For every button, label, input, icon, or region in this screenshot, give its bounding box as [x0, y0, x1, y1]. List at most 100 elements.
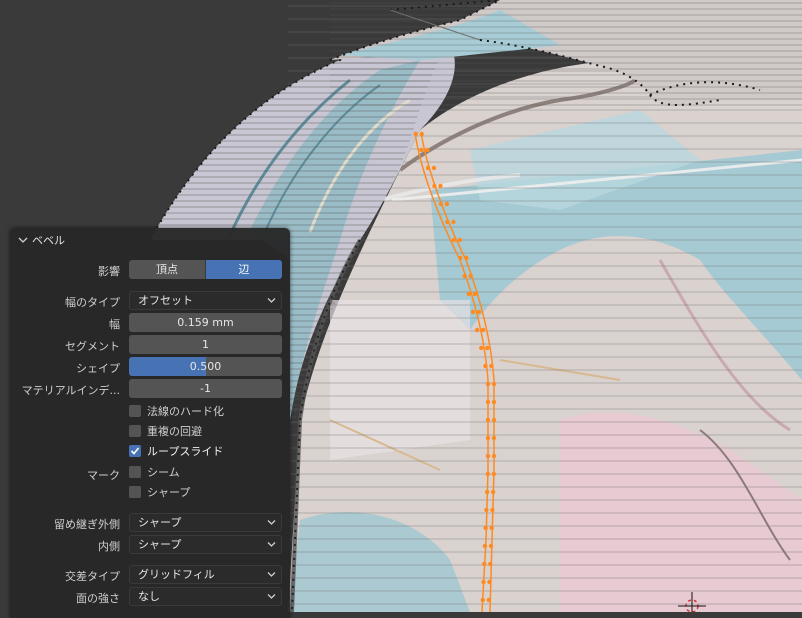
miter-outer-dropdown[interactable]: シャープ — [129, 513, 282, 532]
selected-vertex[interactable] — [438, 201, 444, 207]
width-type-row: 幅のタイプ オフセット — [10, 291, 290, 311]
selected-vertex[interactable] — [472, 291, 478, 297]
loop-slide-checkbox[interactable]: ループスライド — [129, 443, 223, 459]
hard-normals-row: 法線のハード化 — [10, 403, 290, 423]
clamp-overlap-checkbox[interactable]: 重複の回避 — [129, 423, 202, 439]
selected-vertex[interactable] — [482, 561, 487, 567]
selected-vertex[interactable] — [485, 417, 491, 423]
selected-vertex[interactable] — [445, 219, 450, 225]
selected-vertex[interactable] — [464, 255, 469, 261]
selected-vertex[interactable] — [485, 435, 491, 441]
width-row: 幅 0.159 mm — [10, 313, 290, 333]
selected-vertex[interactable] — [484, 489, 490, 495]
selected-vertex[interactable] — [474, 327, 480, 333]
selected-vertex[interactable] — [468, 273, 473, 279]
hard-normals-box[interactable] — [129, 405, 141, 417]
shape-slider[interactable]: 0.500 — [129, 357, 282, 376]
selected-vertex[interactable] — [451, 237, 457, 243]
selected-vertex[interactable] — [432, 183, 437, 189]
miter-inner-dropdown[interactable]: シャープ — [129, 535, 282, 554]
chevron-down-icon[interactable] — [18, 235, 28, 245]
face-strength-label: 面の強さ — [76, 592, 120, 605]
selected-vertex[interactable] — [481, 579, 486, 585]
selected-vertex[interactable] — [444, 201, 450, 207]
mark-seam-checkbox[interactable]: シーム — [129, 464, 180, 480]
selected-vertex[interactable] — [451, 219, 456, 225]
selected-vertex[interactable] — [485, 471, 491, 477]
selected-vertex[interactable] — [488, 561, 493, 567]
selected-vertex[interactable] — [425, 147, 430, 153]
selected-vertex[interactable] — [490, 489, 496, 495]
segments-row: セグメント 1 — [10, 335, 290, 355]
selected-vertex[interactable] — [484, 507, 489, 513]
selected-vertex[interactable] — [438, 183, 443, 189]
face-strength-row: 面の強さ なし — [10, 587, 290, 607]
selected-vertex[interactable] — [466, 291, 472, 297]
selected-vertex[interactable] — [413, 131, 418, 137]
selected-vertex[interactable] — [485, 399, 491, 405]
face-strength-dropdown[interactable]: なし — [129, 587, 282, 606]
selected-vertex[interactable] — [431, 165, 437, 171]
selected-vertex[interactable] — [483, 525, 488, 531]
clamp-overlap-row: 重複の回避 — [10, 423, 290, 443]
mark-seam-row: マーク シーム — [10, 464, 290, 484]
selected-vertex[interactable] — [491, 471, 497, 477]
miter-inner-value: シャープ — [138, 538, 182, 551]
loop-slide-box[interactable] — [129, 445, 141, 457]
affect-toggle[interactable]: 頂点 辺 — [129, 260, 282, 279]
selected-vertex[interactable] — [485, 345, 490, 351]
selected-vertex[interactable] — [491, 399, 497, 405]
hard-normals-checkbox[interactable]: 法線のハード化 — [129, 403, 224, 419]
selected-vertex[interactable] — [486, 597, 491, 603]
selected-vertex[interactable] — [425, 165, 431, 171]
selected-vertex[interactable] — [488, 543, 494, 549]
selected-vertex[interactable] — [487, 579, 492, 585]
selected-vertex[interactable] — [491, 453, 497, 459]
shape-label: シェイプ — [76, 362, 120, 375]
selected-vertex[interactable] — [485, 381, 491, 387]
width-type-label: 幅のタイプ — [65, 296, 120, 309]
intersection-type-dropdown[interactable]: グリッドフィル — [129, 565, 282, 584]
mark-label: マーク — [87, 469, 120, 482]
shape-value: 0.500 — [189, 360, 222, 373]
selected-vertex[interactable] — [483, 363, 488, 369]
selected-vertex[interactable] — [482, 543, 488, 549]
affect-row: 影響 頂点 辺 — [10, 260, 290, 280]
selected-vertex[interactable] — [480, 597, 485, 603]
mark-sharp-box[interactable] — [129, 486, 141, 498]
selected-vertex[interactable] — [489, 525, 494, 531]
checkmark-icon — [130, 447, 140, 455]
selected-vertex[interactable] — [476, 309, 482, 315]
affect-edges-option[interactable]: 辺 — [206, 260, 282, 279]
clamp-overlap-box[interactable] — [129, 425, 141, 437]
mark-sharp-checkbox[interactable]: シャープ — [129, 484, 190, 500]
chevron-down-icon — [267, 520, 276, 525]
selected-vertex[interactable] — [479, 345, 484, 351]
width-type-dropdown[interactable]: オフセット — [129, 291, 282, 310]
width-field[interactable]: 0.159 mm — [129, 313, 282, 332]
bevel-operator-panel[interactable]: ベベル 影響 頂点 辺 幅のタイプ オフセット 幅 0.159 mm セグメント… — [10, 228, 290, 618]
segments-field[interactable]: 1 — [129, 335, 282, 354]
selected-vertex[interactable] — [490, 507, 495, 513]
selected-vertex[interactable] — [485, 453, 491, 459]
selected-vertex[interactable] — [458, 255, 463, 261]
affect-label: 影響 — [98, 265, 120, 278]
selected-vertex[interactable] — [489, 363, 494, 369]
segments-label: セグメント — [65, 340, 120, 353]
selected-vertex[interactable] — [462, 273, 467, 279]
selected-vertex[interactable] — [457, 237, 463, 243]
material-index-field[interactable]: -1 — [129, 379, 282, 398]
selected-vertex[interactable] — [480, 327, 486, 333]
mark-seam-box[interactable] — [129, 466, 141, 478]
selected-vertex[interactable] — [470, 309, 476, 315]
affect-vertices-option[interactable]: 頂点 — [129, 260, 205, 279]
selected-vertex[interactable] — [419, 147, 424, 153]
mark-sharp-label: シャープ — [147, 486, 191, 499]
selected-vertex[interactable] — [419, 131, 424, 137]
selected-vertex[interactable] — [491, 435, 497, 441]
chevron-down-icon — [267, 542, 276, 547]
selected-vertex[interactable] — [491, 381, 497, 387]
chevron-down-icon — [267, 594, 276, 599]
panel-header[interactable]: ベベル — [10, 228, 290, 252]
selected-vertex[interactable] — [491, 417, 497, 423]
